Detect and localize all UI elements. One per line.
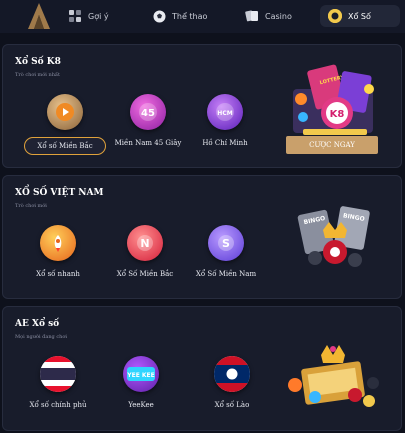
section-xo-so-k8: Xổ Số K8 Trò chơi mới nhất Xổ số Miền Bắ…: [2, 44, 402, 168]
game-xo-so-nhanh[interactable]: Xổ số nhanh: [8, 225, 108, 278]
game-label: YeeKee: [128, 401, 154, 409]
soccer-ball-icon: [152, 9, 166, 23]
ae-lottery-promo-image: [288, 345, 379, 407]
game-xo-so-lao[interactable]: Xổ số Lào: [182, 356, 282, 409]
game-label: Xổ số nhanh: [36, 270, 80, 278]
game-label: Xổ Số Miền Nam: [195, 270, 257, 278]
tab-label: Gợi ý: [88, 11, 109, 21]
tab-goi-y[interactable]: Gợi ý: [68, 5, 109, 27]
yeekee-icon: YEE KEE: [123, 356, 159, 392]
rocket-icon: [40, 225, 76, 261]
promo-k8-text: K8: [330, 109, 345, 120]
tab-label: Casino: [265, 11, 292, 21]
cuoc-ngay-button[interactable]: CƯỢC NGAY: [286, 136, 378, 154]
tab-label: Xổ Số: [348, 11, 371, 21]
tab-xo-so[interactable]: Xổ Số: [320, 5, 400, 27]
svg-text:S: S: [222, 237, 230, 250]
lottery-icon: [328, 9, 342, 23]
tab-the-thao[interactable]: Thể thao: [152, 5, 207, 27]
section-title: Xổ Số K8: [15, 57, 61, 67]
section-ae-xo-so: AE Xổ số Mọi người đang chơi Xổ số chính…: [2, 306, 402, 431]
section-subtitle: Trò chơi mới: [15, 203, 47, 209]
brand-logo[interactable]: [28, 3, 50, 29]
game-yeekee[interactable]: YEE KEE YeeKee: [91, 356, 191, 409]
grid-icon: [68, 9, 82, 23]
cards-icon: [245, 9, 259, 23]
game-label: Hồ Chí Minh: [202, 139, 248, 147]
section-title: AE Xổ số: [15, 319, 60, 329]
hcm-icon: HCM: [207, 94, 243, 130]
s-icon: S: [208, 225, 244, 261]
play-icon: [47, 94, 83, 130]
laos-flag-icon: [214, 356, 250, 392]
svg-text:HCM: HCM: [217, 110, 232, 117]
section-subtitle: Mọi người đang chơi: [15, 334, 67, 340]
game-xo-so-mien-nam[interactable]: S Xổ Số Miền Nam: [176, 225, 276, 278]
game-ho-chi-minh[interactable]: HCM Hồ Chí Minh: [175, 94, 275, 147]
svg-text:45: 45: [141, 108, 155, 119]
n-icon: N: [127, 225, 163, 261]
game-label: Xổ số Lào: [214, 401, 250, 409]
section-subtitle: Trò chơi mới nhất: [15, 72, 60, 78]
bingo-promo-image: BINGO BINGO: [297, 206, 370, 267]
game-label: Xổ số Miền Bắc: [24, 137, 106, 155]
top-nav: Gợi ý Thể thao Casino Xổ Số: [0, 0, 405, 33]
thai-flag-icon: [40, 356, 76, 392]
tab-label: Thể thao: [172, 11, 208, 21]
svg-text:N: N: [140, 237, 149, 250]
section-title: XỔ SỐ VIỆT NAM: [15, 188, 104, 198]
k8-lottery-promo-image: LOTTERY K8: [293, 64, 374, 135]
svg-text:YEE KEE: YEE KEE: [126, 372, 154, 379]
section-xo-so-viet-nam: XỔ SỐ VIỆT NAM Trò chơi mới Xổ số nhanh …: [2, 175, 402, 299]
45-icon: 45: [130, 94, 166, 130]
tab-casino[interactable]: Casino: [245, 5, 292, 27]
